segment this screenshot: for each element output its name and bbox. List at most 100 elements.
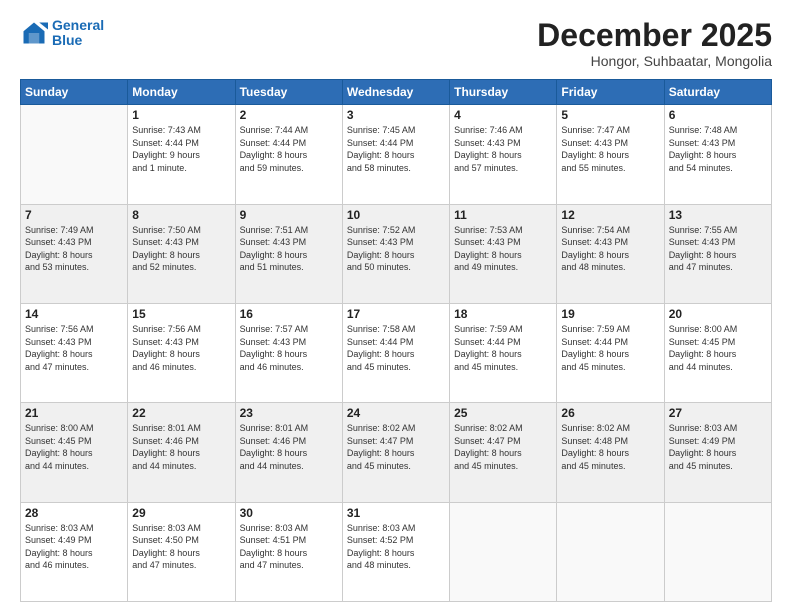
table-row: 5 Sunrise: 7:47 AMSunset: 4:43 PMDaylight… [557, 105, 664, 204]
col-wednesday: Wednesday [342, 80, 449, 105]
table-row: 12 Sunrise: 7:54 AMSunset: 4:43 PMDayligh… [557, 204, 664, 303]
day-info: Sunrise: 7:45 AMSunset: 4:44 PMDaylight:… [347, 124, 445, 174]
day-info: Sunrise: 8:03 AMSunset: 4:49 PMDaylight:… [669, 422, 767, 472]
table-row: 31 Sunrise: 8:03 AMSunset: 4:52 PMDayligh… [342, 502, 449, 601]
table-row: 19Sunrise: 7:59 AMSunset: 4:44 PMDayligh… [557, 303, 664, 402]
day-number: 21 [25, 406, 123, 420]
table-row: 20 Sunrise: 8:00 AMSunset: 4:45 PMDayligh… [664, 303, 771, 402]
table-row: 30 Sunrise: 8:03 AMSunset: 4:51 PMDayligh… [235, 502, 342, 601]
day-info: Sunrise: 7:57 AMSunset: 4:43 PMDaylight:… [240, 323, 338, 373]
table-row: 17Sunrise: 7:58 AMSunset: 4:44 PMDayligh… [342, 303, 449, 402]
day-number: 15 [132, 307, 230, 321]
day-number: 14 [25, 307, 123, 321]
day-info: Sunrise: 8:00 AMSunset: 4:45 PMDaylight:… [669, 323, 767, 373]
day-number: 30 [240, 506, 338, 520]
table-row: 28 Sunrise: 8:03 AMSunset: 4:49 PMDayligh… [21, 502, 128, 601]
table-row [21, 105, 128, 204]
day-info: Sunrise: 8:02 AMSunset: 4:48 PMDaylight:… [561, 422, 659, 472]
day-info: Sunrise: 8:03 AMSunset: 4:49 PMDaylight:… [25, 522, 123, 572]
day-number: 9 [240, 208, 338, 222]
day-info: Sunrise: 7:49 AMSunset: 4:43 PMDaylight:… [25, 224, 123, 274]
day-number: 23 [240, 406, 338, 420]
day-info: Sunrise: 8:03 AMSunset: 4:51 PMDaylight:… [240, 522, 338, 572]
table-row: 22 Sunrise: 8:01 AMSunset: 4:46 PMDayligh… [128, 403, 235, 502]
day-number: 27 [669, 406, 767, 420]
table-row [557, 502, 664, 601]
day-number: 5 [561, 108, 659, 122]
calendar-week-row: 7 Sunrise: 7:49 AMSunset: 4:43 PMDaylight… [21, 204, 772, 303]
table-row: 24Sunrise: 8:02 AMSunset: 4:47 PMDayligh… [342, 403, 449, 502]
table-row [450, 502, 557, 601]
col-thursday: Thursday [450, 80, 557, 105]
day-number: 22 [132, 406, 230, 420]
day-number: 1 [132, 108, 230, 122]
table-row: 29Sunrise: 8:03 AMSunset: 4:50 PMDayligh… [128, 502, 235, 601]
table-row: 2 Sunrise: 7:44 AMSunset: 4:44 PMDaylight… [235, 105, 342, 204]
col-friday: Friday [557, 80, 664, 105]
day-number: 18 [454, 307, 552, 321]
calendar-header-row: Sunday Monday Tuesday Wednesday Thursday… [21, 80, 772, 105]
table-row: 18 Sunrise: 7:59 AMSunset: 4:44 PMDayligh… [450, 303, 557, 402]
day-number: 11 [454, 208, 552, 222]
day-number: 31 [347, 506, 445, 520]
day-number: 16 [240, 307, 338, 321]
day-number: 20 [669, 307, 767, 321]
table-row: 16 Sunrise: 7:57 AMSunset: 4:43 PMDayligh… [235, 303, 342, 402]
logo-icon [20, 19, 48, 47]
table-row: 13 Sunrise: 7:55 AMSunset: 4:43 PMDayligh… [664, 204, 771, 303]
table-row: 9 Sunrise: 7:51 AMSunset: 4:43 PMDaylight… [235, 204, 342, 303]
day-info: Sunrise: 7:51 AMSunset: 4:43 PMDaylight:… [240, 224, 338, 274]
day-info: Sunrise: 7:59 AMSunset: 4:44 PMDaylight:… [454, 323, 552, 373]
calendar-week-row: 28 Sunrise: 8:03 AMSunset: 4:49 PMDayligh… [21, 502, 772, 601]
day-info: Sunrise: 7:47 AMSunset: 4:43 PMDaylight:… [561, 124, 659, 174]
day-info: Sunrise: 7:43 AMSunset: 4:44 PMDaylight:… [132, 124, 230, 174]
day-info: Sunrise: 8:01 AMSunset: 4:46 PMDaylight:… [132, 422, 230, 472]
col-saturday: Saturday [664, 80, 771, 105]
day-number: 2 [240, 108, 338, 122]
day-number: 12 [561, 208, 659, 222]
day-number: 10 [347, 208, 445, 222]
day-info: Sunrise: 8:02 AMSunset: 4:47 PMDaylight:… [454, 422, 552, 472]
day-info: Sunrise: 7:53 AMSunset: 4:43 PMDaylight:… [454, 224, 552, 274]
table-row: 7 Sunrise: 7:49 AMSunset: 4:43 PMDaylight… [21, 204, 128, 303]
day-number: 25 [454, 406, 552, 420]
table-row: 15Sunrise: 7:56 AMSunset: 4:43 PMDayligh… [128, 303, 235, 402]
table-row: 4Sunrise: 7:46 AMSunset: 4:43 PMDaylight… [450, 105, 557, 204]
day-info: Sunrise: 7:56 AMSunset: 4:43 PMDaylight:… [25, 323, 123, 373]
table-row: 23 Sunrise: 8:01 AMSunset: 4:46 PMDayligh… [235, 403, 342, 502]
col-tuesday: Tuesday [235, 80, 342, 105]
calendar-week-row: 1 Sunrise: 7:43 AMSunset: 4:44 PMDaylight… [21, 105, 772, 204]
logo: General Blue [20, 18, 104, 49]
day-number: 24 [347, 406, 445, 420]
day-info: Sunrise: 7:52 AMSunset: 4:43 PMDaylight:… [347, 224, 445, 274]
table-row [664, 502, 771, 601]
table-row: 26 Sunrise: 8:02 AMSunset: 4:48 PMDayligh… [557, 403, 664, 502]
day-info: Sunrise: 7:48 AMSunset: 4:43 PMDaylight:… [669, 124, 767, 174]
day-number: 13 [669, 208, 767, 222]
table-row: 8Sunrise: 7:50 AMSunset: 4:43 PMDaylight… [128, 204, 235, 303]
page: General Blue December 2025 Hongor, Suhba… [0, 0, 792, 612]
table-row: 3 Sunrise: 7:45 AMSunset: 4:44 PMDaylight… [342, 105, 449, 204]
day-number: 7 [25, 208, 123, 222]
day-number: 17 [347, 307, 445, 321]
logo-line1: General [52, 17, 104, 33]
day-info: Sunrise: 7:44 AMSunset: 4:44 PMDaylight:… [240, 124, 338, 174]
title-block: December 2025 Hongor, Suhbaatar, Mongoli… [537, 18, 772, 69]
day-info: Sunrise: 8:03 AMSunset: 4:52 PMDaylight:… [347, 522, 445, 572]
day-number: 6 [669, 108, 767, 122]
day-info: Sunrise: 8:01 AMSunset: 4:46 PMDaylight:… [240, 422, 338, 472]
month-title: December 2025 [537, 18, 772, 53]
table-row: 10 Sunrise: 7:52 AMSunset: 4:43 PMDayligh… [342, 204, 449, 303]
day-info: Sunrise: 7:55 AMSunset: 4:43 PMDaylight:… [669, 224, 767, 274]
table-row: 1 Sunrise: 7:43 AMSunset: 4:44 PMDaylight… [128, 105, 235, 204]
day-number: 3 [347, 108, 445, 122]
header: General Blue December 2025 Hongor, Suhba… [20, 18, 772, 69]
day-info: Sunrise: 8:03 AMSunset: 4:50 PMDaylight:… [132, 522, 230, 572]
day-info: Sunrise: 7:54 AMSunset: 4:43 PMDaylight:… [561, 224, 659, 274]
day-info: Sunrise: 8:00 AMSunset: 4:45 PMDaylight:… [25, 422, 123, 472]
day-number: 8 [132, 208, 230, 222]
logo-text: General Blue [52, 18, 104, 49]
day-number: 28 [25, 506, 123, 520]
day-number: 26 [561, 406, 659, 420]
calendar-week-row: 21 Sunrise: 8:00 AMSunset: 4:45 PMDayligh… [21, 403, 772, 502]
